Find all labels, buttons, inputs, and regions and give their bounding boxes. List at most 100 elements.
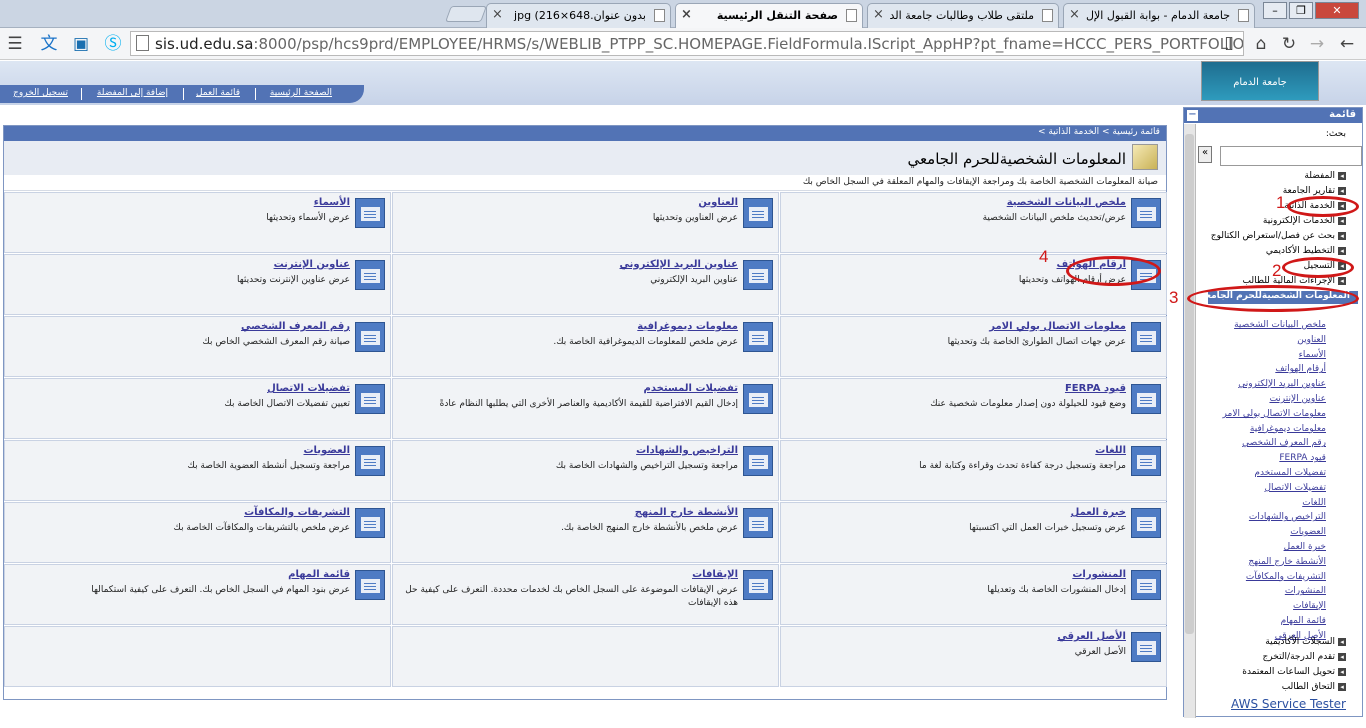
collapse-icon[interactable]: −: [1187, 110, 1198, 121]
form-icon[interactable]: [743, 570, 773, 600]
portfolio-item-link[interactable]: العضويات: [303, 445, 350, 456]
portfolio-item-link[interactable]: تفضيلات الاتصال: [267, 383, 350, 394]
worklist-link[interactable]: قائمة العمل: [196, 88, 240, 98]
menu-item[interactable]: ◂الخدمات الإلكترونية: [1263, 216, 1346, 226]
menu-subitem[interactable]: الأسماء: [1299, 350, 1326, 360]
form-icon[interactable]: [355, 322, 385, 352]
menu-subitem[interactable]: الإيقافات: [1293, 601, 1326, 611]
menu-subitem[interactable]: رقم المعرف الشخصي: [1242, 438, 1326, 448]
aws-service-tester-link[interactable]: AWS Service Tester: [1231, 697, 1346, 711]
menu-subitem[interactable]: اللغات: [1302, 498, 1326, 508]
screen-icon[interactable]: ▣: [70, 33, 92, 55]
menu-subitem[interactable]: عناوين البريد الإلكتروني: [1238, 379, 1326, 389]
close-icon[interactable]: ×: [492, 7, 503, 22]
add-favorites-link[interactable]: إضافة إلى المفضلة: [97, 88, 168, 98]
menu-subitem[interactable]: عناوين الإنترنت: [1269, 394, 1326, 404]
browser-tab-active[interactable]: صفحة التنقل الرئيسية ×: [675, 3, 863, 28]
new-tab-button[interactable]: [445, 6, 487, 22]
portfolio-item-link[interactable]: معلومات ديموغرافية: [637, 321, 738, 332]
form-icon[interactable]: [355, 446, 385, 476]
menu-subitem[interactable]: قائمة المهام: [1281, 616, 1326, 626]
form-icon[interactable]: [743, 260, 773, 290]
portfolio-item-link[interactable]: الأصل العرقي: [1057, 631, 1126, 642]
portfolio-item-link[interactable]: عناوين الإنترنت: [274, 259, 350, 270]
form-icon[interactable]: [355, 198, 385, 228]
menu-item[interactable]: ◂التحاق الطالب: [1282, 682, 1346, 692]
form-icon[interactable]: [743, 198, 773, 228]
menu-item[interactable]: ◂التخطيط الأكاديمي: [1266, 246, 1346, 256]
portfolio-item-link[interactable]: معلومات الاتصال بولي الامر: [989, 321, 1126, 332]
menu-subitem[interactable]: العضويات: [1290, 527, 1326, 537]
bookmark-page-icon[interactable]: ▯: [1218, 32, 1240, 54]
portfolio-item-link[interactable]: خبرة العمل: [1071, 507, 1126, 518]
back-icon[interactable]: ←: [1336, 33, 1358, 55]
form-icon[interactable]: [355, 570, 385, 600]
close-icon[interactable]: ×: [1069, 7, 1080, 22]
form-icon[interactable]: [355, 260, 385, 290]
browser-tab-forum[interactable]: ملتقى طلاب وطالبات جامعة الد ×: [867, 3, 1059, 28]
address-bar[interactable]: sis.ud.edu.sa:8000/psp/hcs9prd/EMPLOYEE/…: [130, 31, 1244, 56]
menu-subitem[interactable]: ملخص البيانات الشخصية: [1234, 320, 1326, 330]
browser-tab-portal[interactable]: جامعة الدمام - بوابة القبول الإل ×: [1063, 3, 1255, 28]
search-go-button[interactable]: »: [1198, 146, 1212, 163]
portfolio-item-link[interactable]: المنشورات: [1072, 569, 1126, 580]
menu-subitem[interactable]: معلومات الاتصال بولي الامر: [1223, 409, 1326, 419]
menu-item[interactable]: ◂بحث عن فصل/استعراض الكتالوج: [1211, 231, 1346, 241]
menu-subitem[interactable]: معلومات ديموغرافية: [1250, 424, 1326, 434]
menu-item[interactable]: ◂السجلات الأكاديمية: [1265, 637, 1346, 647]
sign-out-link[interactable]: تسجيل الخروج: [13, 88, 68, 98]
form-icon[interactable]: [355, 384, 385, 414]
form-icon[interactable]: [743, 384, 773, 414]
menu-scrollbar[interactable]: [1184, 124, 1196, 718]
portfolio-item-link[interactable]: الأسماء: [314, 197, 350, 208]
form-icon[interactable]: [743, 446, 773, 476]
form-icon[interactable]: [743, 508, 773, 538]
form-icon[interactable]: [1131, 570, 1161, 600]
translate-icon[interactable]: 文: [38, 33, 60, 55]
skype-icon[interactable]: Ⓢ: [102, 33, 124, 55]
form-icon[interactable]: [1131, 198, 1161, 228]
menu-subitem[interactable]: قيود FERPA: [1279, 453, 1326, 463]
portfolio-item-link[interactable]: رقم المعرف الشخصي: [241, 321, 350, 332]
form-icon[interactable]: [355, 508, 385, 538]
portfolio-item-link[interactable]: التراخيص والشهادات: [636, 445, 738, 456]
menu-item[interactable]: ◂تقدم الدرجة/التخرج: [1263, 652, 1346, 662]
menu-item[interactable]: ◂المفضلة: [1304, 171, 1346, 181]
portfolio-item-link[interactable]: تفضيلات المستخدم: [644, 383, 738, 394]
portfolio-item-link[interactable]: التشريفات والمكافآت: [244, 507, 350, 518]
portfolio-item-link[interactable]: عناوين البريد الإلكتروني: [620, 259, 738, 270]
portfolio-item-link[interactable]: العناوين: [698, 197, 738, 208]
reload-icon[interactable]: ↻: [1278, 33, 1300, 55]
form-icon[interactable]: [743, 322, 773, 352]
menu-icon[interactable]: ☰: [4, 33, 26, 55]
minimize-button[interactable]: –: [1263, 2, 1287, 19]
menu-subitem[interactable]: تفضيلات الاتصال: [1264, 483, 1326, 493]
maximize-button[interactable]: ❐: [1289, 2, 1313, 19]
menu-item[interactable]: ◂تقارير الجامعة: [1283, 186, 1346, 196]
home-icon[interactable]: ⌂: [1250, 33, 1272, 55]
portfolio-item-link[interactable]: الإيقافات: [692, 569, 738, 580]
forward-icon[interactable]: →: [1306, 33, 1328, 55]
browser-tab-image[interactable]: بدون عنوان.648×216) jpg ×: [486, 3, 671, 28]
breadcrumb-text[interactable]: قائمة رئيسية > الخدمة الذاتية >: [1038, 127, 1160, 137]
menu-subitem[interactable]: المنشورات: [1285, 586, 1326, 596]
menu-subitem[interactable]: أرقام الهواتف: [1275, 364, 1326, 374]
portfolio-item-link[interactable]: اللغات: [1095, 445, 1126, 456]
menu-subitem[interactable]: خبرة العمل: [1284, 542, 1326, 552]
menu-item[interactable]: ◂تحويل الساعات المعتمدة: [1242, 667, 1346, 677]
home-link[interactable]: الصفحة الرئيسية: [270, 88, 332, 98]
portfolio-item-link[interactable]: الأنشطة خارج المنهج: [635, 507, 738, 518]
portfolio-item-link[interactable]: ملخص البيانات الشخصية: [1007, 197, 1126, 208]
scroll-thumb[interactable]: [1185, 134, 1194, 634]
menu-subitem[interactable]: التشريفات والمكافآت: [1246, 572, 1326, 582]
menu-search-input[interactable]: [1220, 146, 1362, 166]
form-icon[interactable]: [1131, 446, 1161, 476]
menu-subitem[interactable]: العناوين: [1297, 335, 1326, 345]
portfolio-item-link[interactable]: قائمة المهام: [288, 569, 350, 580]
menu-subitem[interactable]: تفضيلات المستخدم: [1254, 468, 1326, 478]
portfolio-item-link[interactable]: قيود FERPA: [1065, 383, 1126, 394]
close-icon[interactable]: ×: [681, 7, 692, 22]
form-icon[interactable]: [1131, 384, 1161, 414]
close-icon[interactable]: ×: [873, 7, 884, 22]
form-icon[interactable]: [1131, 508, 1161, 538]
